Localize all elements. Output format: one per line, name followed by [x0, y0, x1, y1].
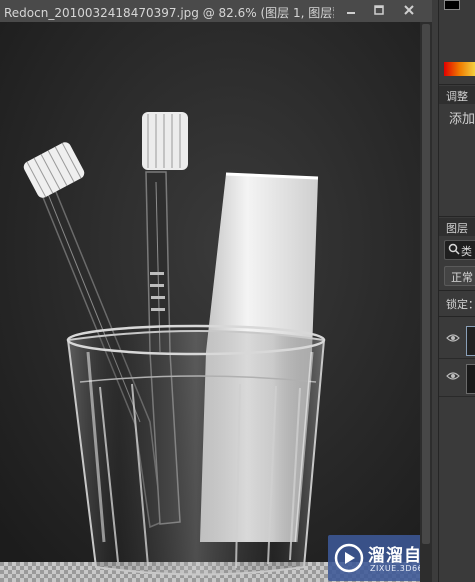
blend-mode-value: 正常: [451, 271, 473, 284]
layer-row[interactable]: [439, 360, 475, 397]
layer-thumbnail: [466, 326, 475, 356]
layers-tab[interactable]: 图层: [446, 220, 468, 236]
maximize-button[interactable]: [366, 1, 392, 19]
panel-divider: [439, 216, 475, 217]
filter-kind-label: 类: [461, 245, 472, 258]
vertical-scrollbar[interactable]: [420, 22, 432, 582]
watermark-title: 溜溜自学: [368, 546, 420, 566]
panel-divider: [439, 316, 475, 317]
photo-toothbrushes-in-glass: [0, 22, 420, 582]
adjustments-tab[interactable]: 调整: [446, 88, 468, 104]
panel-divider: [439, 84, 475, 85]
eye-icon[interactable]: [446, 371, 460, 381]
document-titlebar[interactable]: Redocn_2010032418470397.jpg @ 82.6% (图层 …: [0, 0, 432, 23]
minimize-button[interactable]: [338, 1, 364, 19]
foreground-color-swatch[interactable]: [444, 0, 460, 10]
close-button[interactable]: [396, 1, 422, 19]
layer-filter-kind[interactable]: 类: [444, 240, 475, 260]
close-icon: [404, 5, 414, 15]
image-canvas[interactable]: 溜溜自学 ZIXUE.3D66.COM: [0, 22, 420, 582]
document-title: Redocn_2010032418470397.jpg @ 82.6% (图层 …: [4, 6, 334, 20]
lock-label: 锁定：: [446, 298, 475, 311]
watermark-logo-icon: [334, 543, 364, 573]
watermark-subtitle: ZIXUE.3D66.COM: [370, 564, 420, 573]
search-icon: [448, 243, 460, 255]
panel-divider: [439, 290, 475, 291]
color-ramp[interactable]: [444, 62, 475, 76]
layer-row[interactable]: [439, 322, 475, 359]
watermark: 溜溜自学 ZIXUE.3D66.COM: [328, 535, 420, 581]
minimize-icon: [347, 12, 355, 14]
eye-icon[interactable]: [446, 333, 460, 343]
maximize-icon: [374, 5, 384, 15]
layer-thumbnail: [466, 364, 475, 394]
blend-mode-select[interactable]: 正常: [444, 266, 475, 286]
document-window: Redocn_2010032418470397.jpg @ 82.6% (图层 …: [0, 0, 432, 582]
adjustments-hint: 添加: [449, 112, 475, 127]
scrollbar-thumb[interactable]: [422, 24, 430, 544]
